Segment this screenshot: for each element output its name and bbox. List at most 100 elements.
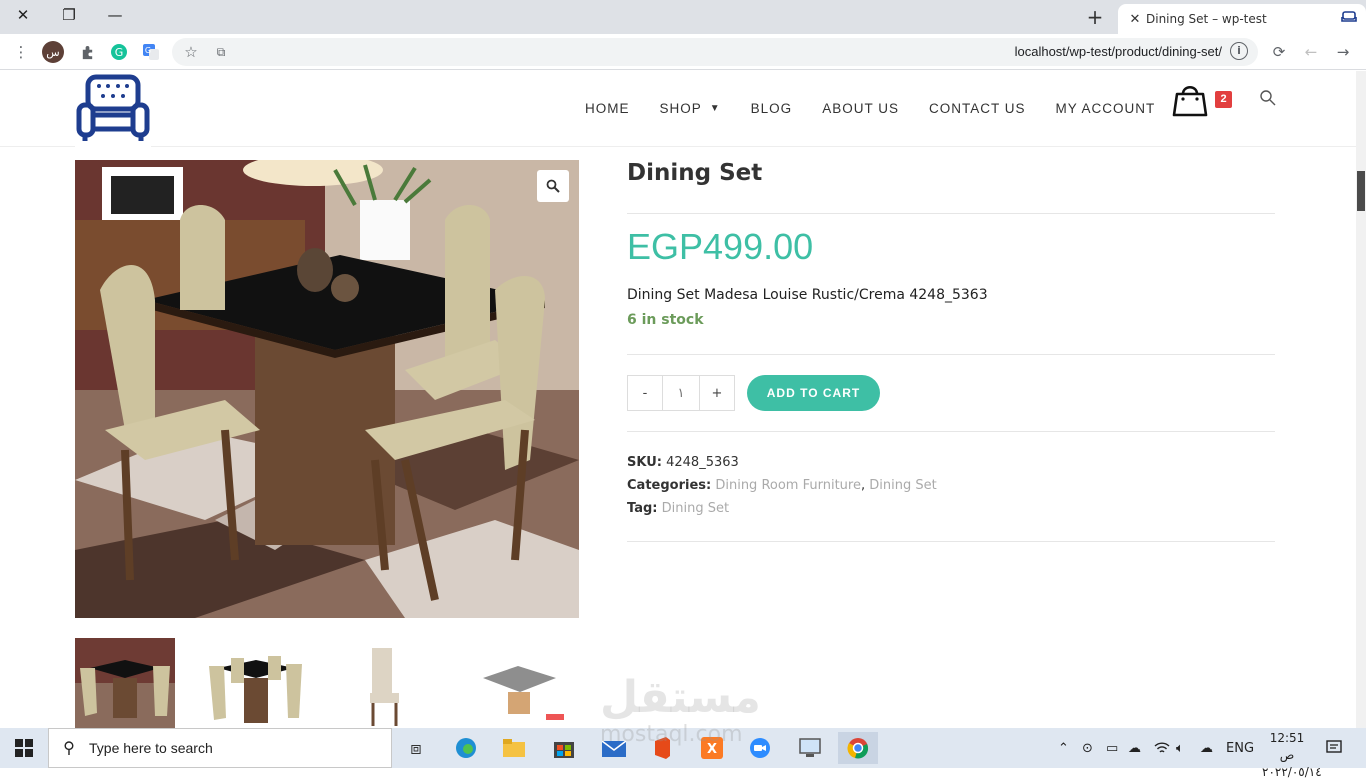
browser-tab-bar: ✕ ❐ — + ✕ Dining Set – wp-test xyxy=(0,0,1366,34)
wifi-icon[interactable] xyxy=(1154,728,1170,768)
categories-label: Categories: xyxy=(627,478,712,493)
product-description: Dining Set Madesa Louise Rustic/Crema 42… xyxy=(627,287,988,303)
site-info-icon[interactable]: i xyxy=(1230,42,1248,60)
cart-count-badge[interactable]: 2 xyxy=(1215,91,1232,108)
zoom-icon[interactable] xyxy=(537,170,569,202)
search-icon: ⚲ xyxy=(63,740,75,757)
product-tags: Tag: Dining Set xyxy=(627,501,729,516)
sku-value: 4248_5363 xyxy=(666,455,739,470)
nav-my-account[interactable]: MY ACCOUNT xyxy=(1055,101,1155,116)
edge-icon[interactable] xyxy=(446,732,486,764)
clock-time: 12:51 ص xyxy=(1269,731,1305,762)
network-adapter-icon[interactable]: ▭ xyxy=(1106,728,1118,768)
minimize-window-icon[interactable]: — xyxy=(92,0,138,30)
main-nav: HOME SHOP ▼ BLOG ABOUT US CONTACT US MY A… xyxy=(585,90,1185,126)
notifications-icon[interactable] xyxy=(1326,728,1342,768)
quantity-stepper: - ١ + xyxy=(627,375,735,411)
qty-input[interactable]: ١ xyxy=(663,375,699,411)
profile-avatar[interactable]: س xyxy=(42,41,64,63)
address-bar[interactable]: ☆ ⧉ localhost/wp-test/product/dining-set… xyxy=(172,38,1258,66)
product-main-image[interactable] xyxy=(75,160,579,618)
language-indicator[interactable]: ENG xyxy=(1226,728,1254,768)
nav-home[interactable]: HOME xyxy=(585,101,630,116)
zoom-app-icon[interactable] xyxy=(740,732,780,764)
scrollbar-thumb[interactable] xyxy=(1357,171,1365,211)
meet-now-icon[interactable]: ⊙ xyxy=(1082,728,1093,768)
nav-about[interactable]: ABOUT US xyxy=(822,101,899,116)
product-sku: SKU: 4248_5363 xyxy=(627,455,739,470)
volume-icon[interactable]: 🔈︎ xyxy=(1176,728,1184,768)
qty-plus-button[interactable]: + xyxy=(699,375,735,411)
onedrive-icon[interactable]: ☁ xyxy=(1128,728,1141,768)
nav-contact-label: CONTACT US xyxy=(928,100,1026,116)
nav-contact[interactable]: CONTACT US xyxy=(929,101,1026,116)
tab-title: Dining Set – wp-test xyxy=(1146,12,1267,26)
bookmark-star-icon[interactable]: ☆ xyxy=(178,39,204,65)
divider xyxy=(627,354,1275,355)
category-link[interactable]: Dining Set xyxy=(869,478,936,493)
product-categories: Categories: Dining Room Furniture, Dinin… xyxy=(627,478,937,493)
divider xyxy=(627,541,1275,542)
product-title: Dining Set xyxy=(627,160,763,186)
browser-toolbar: ⋮ س G G ☆ ⧉ localhost/wp-test/product/di… xyxy=(0,34,1366,70)
divider xyxy=(627,431,1275,432)
file-explorer-icon[interactable] xyxy=(494,732,534,764)
stock-status: 6 in stock xyxy=(627,312,704,328)
nav-blog-label: BLOG xyxy=(750,100,793,116)
nav-blog[interactable]: BLOG xyxy=(751,101,793,116)
store-icon[interactable] xyxy=(544,732,584,764)
nav-about-label: ABOUT US xyxy=(822,100,899,116)
divider xyxy=(627,213,1275,214)
new-tab-button[interactable]: + xyxy=(1082,4,1108,30)
task-view-icon[interactable]: ⧈ xyxy=(396,732,436,764)
search-icon[interactable] xyxy=(1259,89,1277,107)
show-hidden-icons-icon[interactable]: ⌃ xyxy=(1058,728,1069,768)
page-scrollbar[interactable] xyxy=(1356,71,1366,728)
add-to-cart-button[interactable]: ADD TO CART xyxy=(747,375,880,411)
qty-minus-button[interactable]: - xyxy=(627,375,663,411)
site-logo[interactable] xyxy=(75,71,151,147)
chrome-icon[interactable] xyxy=(838,732,878,764)
translate-icon[interactable]: G xyxy=(138,39,164,65)
system-clock[interactable]: 12:51 ص ٢٠٢٢/٠٥/١٤ xyxy=(1262,730,1322,781)
close-window-icon[interactable]: ✕ xyxy=(0,0,46,30)
taskbar-search-placeholder: Type here to search xyxy=(89,740,213,756)
product-price: EGP499.00 xyxy=(627,226,814,267)
watermark-logo: مستقل xyxy=(600,672,761,723)
product-thumbnail[interactable] xyxy=(468,638,568,728)
svg-text:G: G xyxy=(115,46,124,59)
category-link[interactable]: Dining Room Furniture xyxy=(715,478,861,493)
forward-icon[interactable]: → xyxy=(1330,39,1356,65)
product-thumbnail[interactable] xyxy=(75,638,175,728)
browser-tab[interactable]: ✕ Dining Set – wp-test xyxy=(1118,4,1366,34)
nav-my-account-label: MY ACCOUNT xyxy=(1055,100,1156,116)
nav-home-label: HOME xyxy=(585,100,630,116)
taskbar-search[interactable]: ⚲ Type here to search xyxy=(48,728,392,768)
svg-text:G: G xyxy=(145,46,151,55)
product-thumbnail[interactable] xyxy=(337,638,437,728)
restore-window-icon[interactable]: ❐ xyxy=(46,0,92,30)
sku-label: SKU: xyxy=(627,455,662,470)
menu-dots-icon[interactable]: ⋮ xyxy=(8,39,34,65)
cast-icon[interactable]: ⧉ xyxy=(208,39,234,65)
nav-shop-label: SHOP xyxy=(659,100,702,116)
product-thumbnail[interactable] xyxy=(206,638,306,728)
extensions-icon[interactable] xyxy=(74,39,100,65)
tab-close-icon[interactable]: ✕ xyxy=(1124,12,1146,27)
reload-icon[interactable]: ⟳ xyxy=(1266,39,1292,65)
forward-disabled-icon[interactable]: ← xyxy=(1298,39,1324,65)
tag-label: Tag: xyxy=(627,501,658,516)
tag-link[interactable]: Dining Set xyxy=(662,501,729,516)
nav-shop[interactable]: SHOP ▼ xyxy=(660,101,721,116)
remote-desktop-icon[interactable] xyxy=(790,732,830,764)
windows-start-icon[interactable] xyxy=(0,728,48,768)
url-text: localhost/wp-test/product/dining-set/ xyxy=(1014,44,1222,59)
cart-bag-icon[interactable] xyxy=(1172,79,1212,119)
clock-date: ٢٠٢٢/٠٥/١٤ xyxy=(1262,765,1322,779)
cloud-upload-icon[interactable]: ☁ xyxy=(1200,728,1213,768)
site-header: HOME SHOP ▼ BLOG ABOUT US CONTACT US MY A… xyxy=(0,71,1356,147)
chevron-down-icon: ▼ xyxy=(709,102,721,114)
watermark-domain: mostaql.com xyxy=(600,722,743,747)
grammarly-icon[interactable]: G xyxy=(106,39,132,65)
site-favicon-icon xyxy=(1332,9,1366,29)
